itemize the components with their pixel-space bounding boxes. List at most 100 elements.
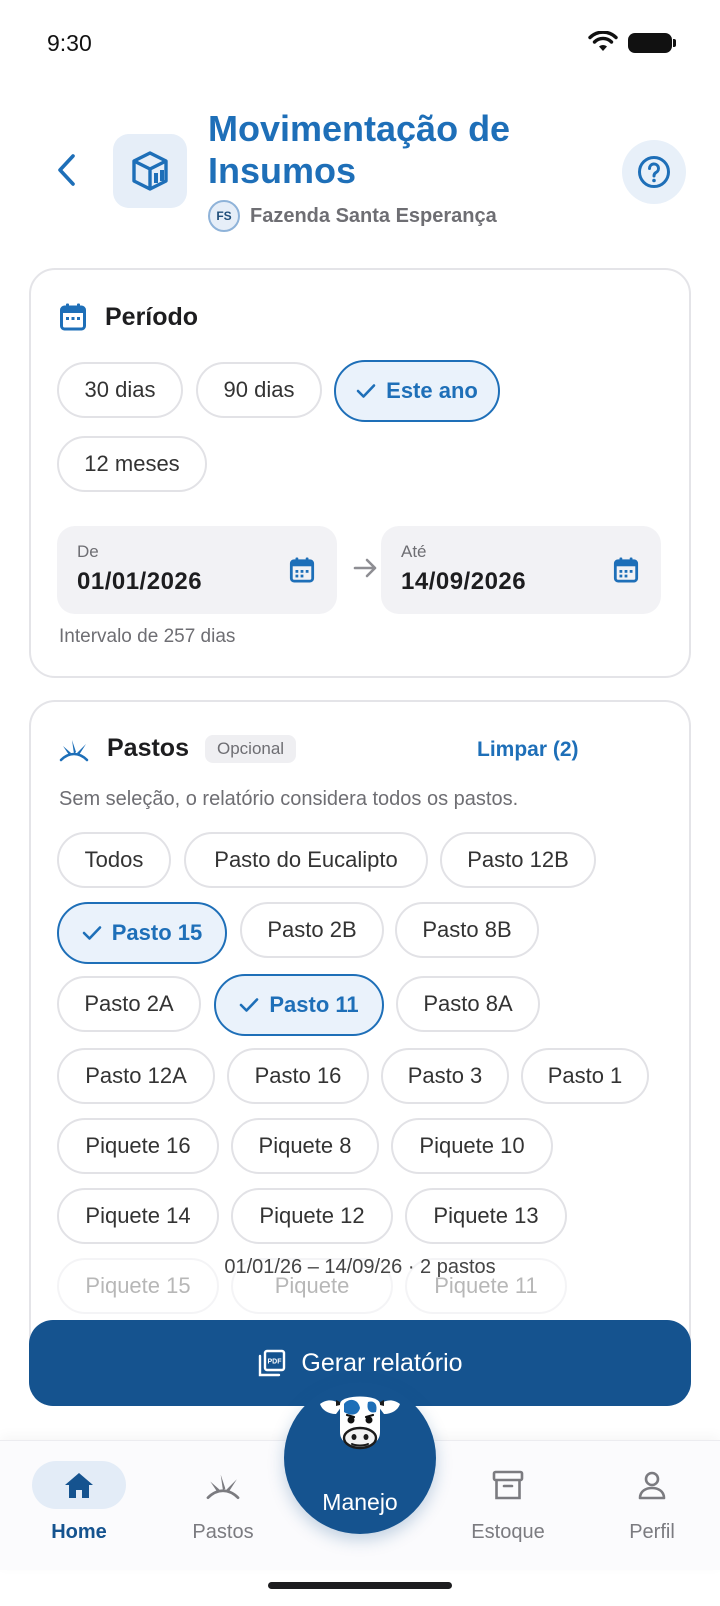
chip-label: Piquete 14 — [85, 1203, 191, 1228]
nav-perfil-icon-wrap — [605, 1461, 699, 1509]
chevron-left-icon — [58, 154, 75, 186]
nav-home-icon-wrap — [32, 1461, 126, 1509]
check-icon — [356, 384, 376, 398]
wifi-icon — [588, 31, 618, 51]
home-icon — [65, 1473, 93, 1498]
selection-summary: 01/01/26 – 14/09/26 · 2 pastos — [224, 1256, 496, 1278]
pastos-header: Pastos Opcional — [59, 734, 297, 763]
help-icon — [638, 156, 670, 188]
nav-estoque-icon-wrap — [461, 1461, 555, 1509]
chip-label: Piquete 16 — [85, 1133, 191, 1158]
nav-estoque-label: Estoque — [471, 1521, 545, 1543]
inventory-box-badge — [113, 134, 187, 208]
svg-text:PDF: PDF — [268, 1359, 283, 1366]
pasto-chip-pasto-1[interactable]: Pasto 1 — [521, 1048, 649, 1104]
farm-name: Fazenda Santa Esperança — [250, 204, 497, 227]
chip-label: Piquete 8 — [258, 1133, 352, 1158]
date-from-field[interactable]: De 01/01/2026 — [57, 526, 337, 614]
chip-label: Pasto do Eucalipto — [214, 847, 398, 872]
pasto-chip-pasto-15[interactable]: Pasto 15 — [57, 902, 227, 964]
pasto-chip-pasto-do-eucalipto[interactable]: Pasto do Eucalipto — [184, 832, 428, 888]
pasto-chip-piquete-10[interactable]: Piquete 10 — [391, 1118, 553, 1174]
pasto-chip-pasto-2b[interactable]: Pasto 2B — [240, 902, 384, 958]
date-to-field[interactable]: Até 14/09/2026 — [381, 526, 661, 614]
person-icon — [638, 1471, 666, 1500]
pasto-chip-pasto-2a[interactable]: Pasto 2A — [57, 976, 201, 1032]
back-button[interactable] — [46, 150, 86, 190]
chip-label: 90 dias — [223, 377, 295, 402]
page-header: Movimentação de Insumos FS Fazenda Santa… — [0, 100, 720, 250]
pasto-chip-pasto-11[interactable]: Pasto 11 — [214, 974, 384, 1036]
periodo-title: Período — [105, 302, 199, 331]
pasto-chip-pasto-3[interactable]: Pasto 3 — [381, 1048, 509, 1104]
help-button[interactable] — [622, 140, 686, 204]
pdf-icon: PDF — [259, 1349, 286, 1377]
optional-badge: Opcional — [204, 734, 297, 763]
chip-label: Pasto 12A — [85, 1063, 187, 1088]
nav-home[interactable]: Home — [19, 1461, 139, 1561]
pasto-chip-piquete-8[interactable]: Piquete 8 — [231, 1118, 379, 1174]
pasto-chip-piquete-13[interactable]: Piquete 13 — [405, 1188, 567, 1244]
pasto-chip-pasto-16[interactable]: Pasto 16 — [227, 1048, 369, 1104]
pastos-title: Pastos — [107, 734, 189, 762]
farm-selector[interactable]: FS Fazenda Santa Esperança — [208, 200, 497, 232]
pasto-chip-piquete-16[interactable]: Piquete 16 — [57, 1118, 219, 1174]
chip-label: Pasto 11 — [269, 992, 359, 1017]
battery-icon — [628, 33, 676, 53]
chip-label: Pasto 12B — [467, 847, 569, 872]
chip-label: Pasto 3 — [407, 1063, 483, 1088]
pasto-chip-todos[interactable]: Todos — [57, 832, 171, 888]
chip-label: Pasto 15 — [111, 920, 203, 945]
pasto-chip-pasto-12a[interactable]: Pasto 12A — [57, 1048, 215, 1104]
pasto-chip-pasto-8a[interactable]: Pasto 8A — [396, 976, 540, 1032]
nav-estoque[interactable]: Estoque — [448, 1461, 568, 1561]
box-icon — [132, 151, 168, 191]
nav-pastos[interactable]: Pastos — [163, 1461, 283, 1561]
date-from-value: 01/01/2026 — [77, 568, 203, 595]
check-icon — [240, 998, 259, 1012]
period-chip-90-dias[interactable]: 90 dias — [196, 362, 322, 418]
periodo-card: Período 30 dias 90 dias Este ano 12 mese… — [29, 268, 691, 678]
chip-label: 30 dias — [84, 377, 156, 402]
home-indicator — [268, 1582, 452, 1589]
pasto-chip-piquete-14[interactable]: Piquete 14 — [57, 1188, 219, 1244]
chip-label: 12 meses — [84, 451, 180, 476]
check-icon — [82, 926, 102, 940]
manejo-fab-label: Manejo — [322, 1489, 398, 1515]
pasto-chip-pasto-12b[interactable]: Pasto 12B — [440, 832, 596, 888]
calendar-icon — [60, 303, 86, 331]
arrow-right-icon — [353, 558, 377, 578]
chip-label: Pasto 2B — [267, 917, 357, 942]
generate-report-label: Gerar relatório — [301, 1348, 463, 1377]
nav-perfil[interactable]: Perfil — [592, 1461, 712, 1561]
farm-avatar: FS — [208, 200, 240, 232]
calendar-icon — [613, 557, 639, 583]
grass-icon — [206, 1474, 240, 1500]
page-title: Movimentação de Insumos — [208, 108, 511, 191]
pasto-chip-pasto-8b[interactable]: Pasto 8B — [395, 902, 539, 958]
cow-icon — [320, 1396, 400, 1450]
date-from-label: De — [77, 542, 99, 561]
pastos-description: Sem seleção, o relatório considera todos… — [59, 788, 519, 810]
chip-label: Este ano — [386, 378, 478, 403]
chip-label: Pasto 8B — [422, 917, 512, 942]
chip-label: Piquete 13 — [433, 1203, 539, 1228]
chip-label: Pasto 1 — [547, 1063, 623, 1088]
period-chip-30-dias[interactable]: 30 dias — [57, 362, 183, 418]
calendar-icon — [289, 557, 315, 583]
period-chip-este-ano[interactable]: Este ano — [334, 360, 500, 422]
period-chip-12-meses[interactable]: 12 meses — [57, 436, 207, 492]
manejo-fab-button[interactable]: Manejo — [284, 1382, 436, 1534]
status-time: 9:30 — [47, 30, 92, 56]
nav-home-label: Home — [51, 1521, 107, 1543]
chip-label: Piquete 12 — [259, 1203, 365, 1228]
chip-label: Todos — [84, 847, 144, 872]
pasto-chip-piquete-12[interactable]: Piquete 12 — [231, 1188, 393, 1244]
interval-text: Intervalo de 257 dias — [59, 626, 236, 647]
clear-selection-button[interactable]: Limpar (2) — [477, 738, 579, 762]
nav-pastos-label: Pastos — [192, 1521, 254, 1543]
chip-label: Pasto 2A — [84, 991, 174, 1016]
nav-perfil-label: Perfil — [629, 1521, 675, 1543]
grass-icon — [59, 739, 89, 761]
nav-pastos-icon-wrap — [176, 1461, 270, 1509]
